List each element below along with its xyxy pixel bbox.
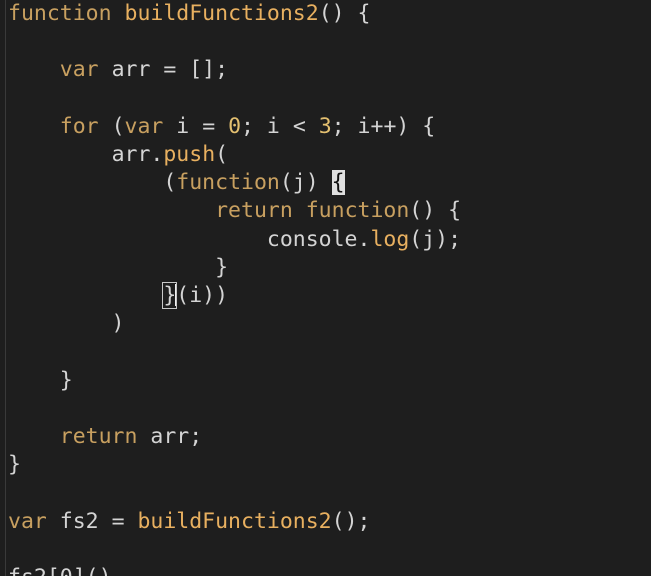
code-token: log xyxy=(370,226,410,252)
code-token: () { xyxy=(318,1,371,26)
indent-guide xyxy=(5,0,6,576)
code-line-5[interactable]: for (var i = 0; i < 3; i++) { xyxy=(8,113,435,141)
code-editor[interactable]: function buildFunctions2() { var arr = [… xyxy=(0,0,651,576)
code-token: ( xyxy=(215,142,229,167)
code-token: } xyxy=(8,367,73,393)
code-token: } xyxy=(8,452,21,478)
matched-bracket-highlight: { xyxy=(331,170,345,196)
code-line-7[interactable]: (function(j) { xyxy=(8,169,345,197)
code-token: buildFunctions2 xyxy=(137,508,332,534)
code-line-11[interactable]: }(i)) xyxy=(8,282,228,310)
code-token: i = xyxy=(163,113,229,139)
code-token: var xyxy=(124,113,164,139)
code-token: (j); xyxy=(409,226,462,252)
code-line-3[interactable]: var arr = []; xyxy=(8,56,228,84)
code-token: push xyxy=(163,142,216,167)
code-token: (); xyxy=(331,508,371,534)
code-token: () { xyxy=(409,198,462,224)
code-token: fs2 = xyxy=(46,508,138,534)
code-line-9[interactable]: console.log(j); xyxy=(8,226,461,254)
code-token: function xyxy=(176,170,280,196)
code-token: (i)) xyxy=(176,283,229,308)
code-token: ; i < xyxy=(241,113,319,139)
code-line-19[interactable]: var fs2 = buildFunctions2(); xyxy=(8,508,370,536)
code-token: arr; xyxy=(137,424,203,449)
code-token: } xyxy=(8,254,229,280)
code-token: ) xyxy=(8,311,125,337)
code-token: console xyxy=(266,226,358,252)
code-token: 3 xyxy=(318,113,332,139)
code-line-8[interactable]: return function() { xyxy=(8,197,461,225)
code-token: (j) xyxy=(279,170,332,196)
code-line-12[interactable]: ) xyxy=(8,310,125,338)
code-token: buildFunctions2 xyxy=(124,1,319,26)
code-token: for xyxy=(59,113,99,139)
code-line-6[interactable]: arr.push( xyxy=(8,141,229,169)
code-token: ( xyxy=(163,170,177,196)
code-line-14[interactable]: } xyxy=(8,367,73,395)
code-token: return xyxy=(59,424,138,449)
code-token: function xyxy=(305,198,410,224)
code-line-16[interactable]: return arr; xyxy=(8,423,202,451)
code-line-21[interactable]: fs2[0]() xyxy=(8,564,112,576)
code-token: . xyxy=(150,142,164,167)
code-line-17[interactable]: } xyxy=(8,451,21,479)
code-token: ; i++) { xyxy=(331,113,436,139)
code-token: var xyxy=(8,508,47,534)
code-token: ( xyxy=(98,113,125,139)
code-token: . xyxy=(357,226,371,252)
code-token: arr = []; xyxy=(98,57,229,83)
code-token: function xyxy=(8,1,112,26)
code-token: return xyxy=(215,198,293,224)
code-token: arr xyxy=(111,142,151,167)
code-token: var xyxy=(59,57,99,83)
code-line-1[interactable]: function buildFunctions2() { xyxy=(8,0,370,28)
code-token: 0 xyxy=(228,113,242,139)
code-token: fs2[0]() xyxy=(8,565,112,576)
code-line-10[interactable]: } xyxy=(8,254,228,282)
